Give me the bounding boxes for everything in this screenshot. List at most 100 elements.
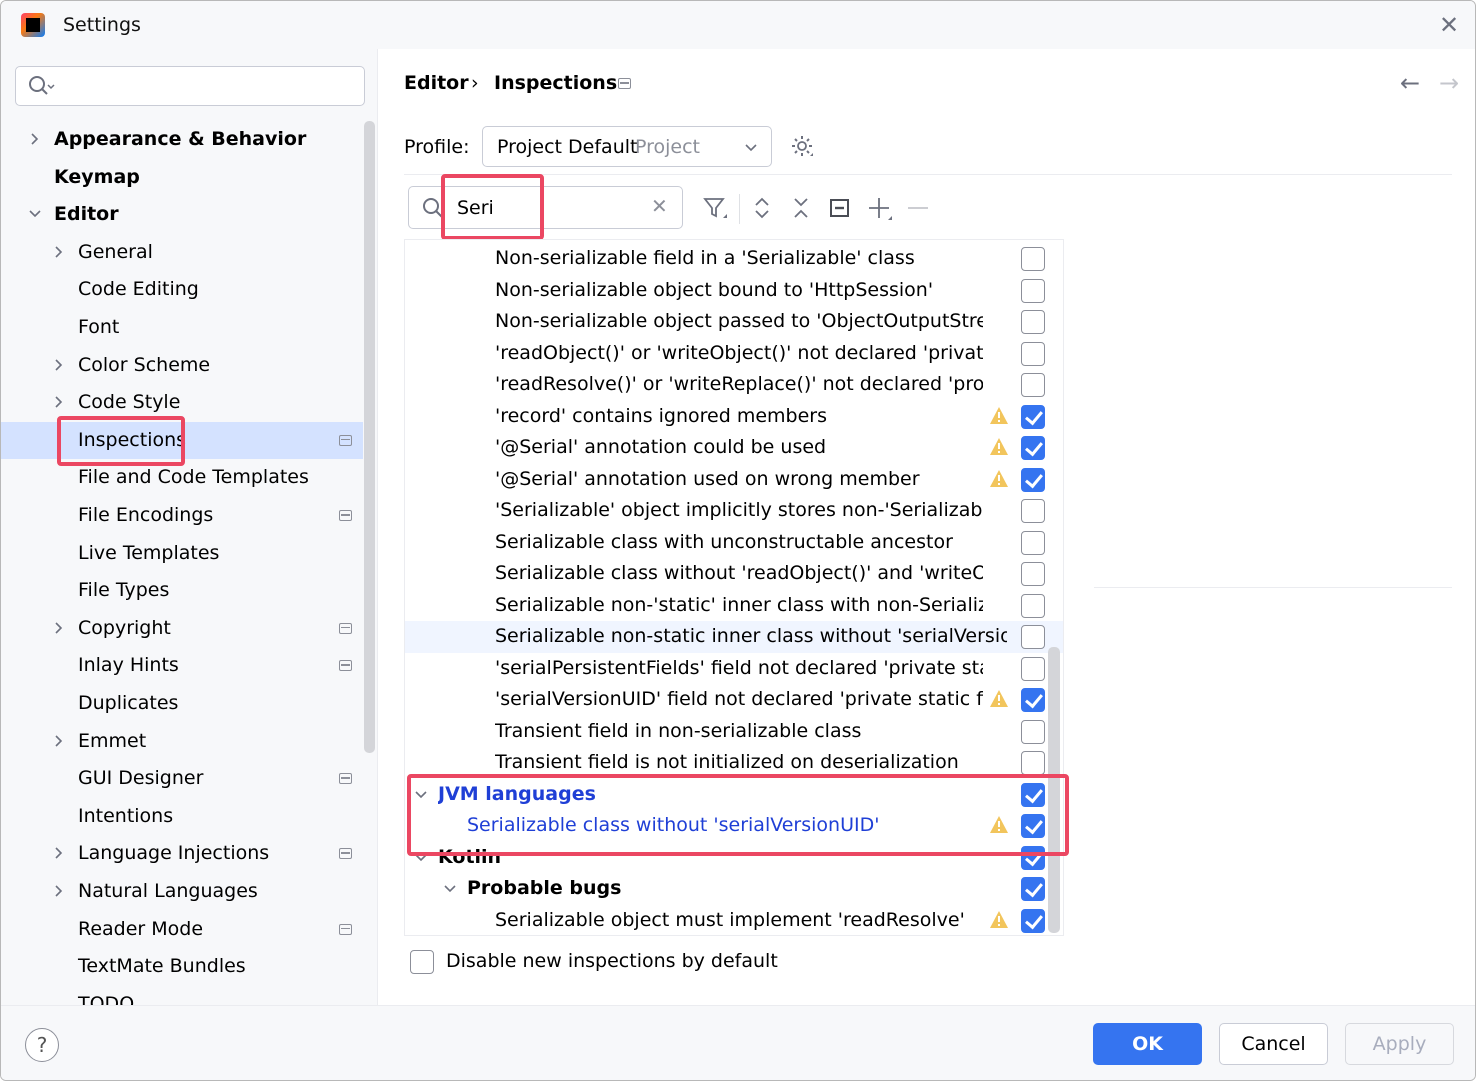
inspection-group-row[interactable]: Probable bugs [405, 873, 1063, 905]
inspection-row[interactable]: 'readObject()' or 'writeObject()' not de… [405, 338, 1063, 370]
chevron-right-icon[interactable] [28, 132, 42, 146]
inspection-row[interactable]: 'Serializable' object implicitly stores … [405, 495, 1063, 527]
filter-icon[interactable] [701, 194, 729, 222]
sidebar-item-file-types[interactable]: File Types [1, 572, 363, 609]
sidebar-item-duplicates[interactable]: Duplicates [1, 685, 363, 722]
apply-button[interactable]: Apply [1345, 1023, 1454, 1065]
sidebar-scrollbar[interactable] [364, 121, 375, 753]
inspection-enabled-checkbox[interactable] [1021, 404, 1045, 429]
settings-sidebar: Appearance & Behavior Keymap Editor General… [1, 49, 378, 1015]
chevron-right-icon[interactable] [52, 846, 66, 860]
inspection-label: Serializable class without 'readObject()… [495, 562, 983, 584]
inspection-row[interactable]: Serializable class with unconstructable … [405, 527, 1063, 559]
chevron-right-icon[interactable] [52, 395, 66, 409]
chevron-right-icon[interactable] [52, 621, 66, 635]
inspection-enabled-checkbox[interactable] [1021, 436, 1045, 460]
sidebar-item-general[interactable]: General [1, 234, 363, 271]
sidebar-item-code-editing[interactable]: Code Editing [1, 271, 363, 308]
inspection-enabled-checkbox[interactable] [1021, 467, 1045, 492]
help-button[interactable]: ? [25, 1028, 59, 1062]
inspection-row[interactable]: Serializable non-'static' inner class wi… [405, 590, 1063, 622]
inspection-row[interactable]: Non-serializable object bound to 'HttpSe… [405, 275, 1063, 307]
chevron-right-icon[interactable] [52, 884, 66, 898]
inspection-row[interactable]: 'record' contains ignored members [405, 401, 1063, 433]
inspection-enabled-checkbox[interactable] [1021, 247, 1045, 271]
inspection-enabled-checkbox[interactable] [1021, 877, 1045, 901]
chevron-right-icon[interactable] [52, 358, 66, 372]
sidebar-item-label: File Encodings [78, 504, 214, 526]
ok-button[interactable]: OK [1093, 1023, 1202, 1065]
inspection-enabled-checkbox[interactable] [1021, 562, 1045, 586]
sidebar-item-file-encodings[interactable]: File Encodings [1, 497, 363, 534]
inspection-row[interactable]: 'readResolve()' or 'writeReplace()' not … [405, 369, 1063, 401]
inspection-enabled-checkbox[interactable] [1021, 373, 1045, 397]
inspection-enabled-checkbox[interactable] [1021, 593, 1045, 618]
chevron-right-icon[interactable] [52, 734, 66, 748]
sidebar-item-appearance-behavior[interactable]: Appearance & Behavior [1, 121, 363, 158]
inspection-enabled-checkbox[interactable] [1021, 751, 1045, 775]
back-arrow-icon[interactable]: ← [1400, 69, 1420, 97]
inspection-label: Non-serializable object bound to 'HttpSe… [495, 278, 934, 301]
chevron-down-icon[interactable] [28, 207, 42, 221]
sidebar-item-textmate-bundles[interactable]: TextMate Bundles [1, 948, 363, 985]
project-scope-icon [618, 78, 631, 89]
remove-icon[interactable] [904, 194, 932, 222]
sidebar-item-emmet[interactable]: Emmet [1, 723, 363, 760]
inspection-enabled-checkbox[interactable] [1021, 530, 1045, 555]
inspection-row[interactable]: 'serialPersistentFields' field not decla… [405, 653, 1063, 685]
inspection-row[interactable]: Serializable non-static inner class with… [405, 621, 1063, 653]
inspection-row[interactable]: '@Serial' annotation used on wrong membe… [405, 464, 1063, 496]
sidebar-item-editor[interactable]: Editor [1, 196, 363, 233]
sidebar-item-language-injections[interactable]: Language Injections [1, 835, 363, 872]
sidebar-item-copyright[interactable]: Copyright [1, 610, 363, 647]
disable-new-inspections-label[interactable]: Disable new inspections by default [446, 950, 778, 972]
sidebar-item-keymap[interactable]: Keymap [1, 159, 363, 196]
inspection-row[interactable]: 'serialVersionUID' field not declared 'p… [405, 684, 1063, 716]
inspection-enabled-checkbox[interactable] [1021, 341, 1045, 366]
settings-search-input[interactable] [15, 66, 365, 106]
inspection-row[interactable]: Transient field in non-serializable clas… [405, 716, 1063, 748]
collapse-all-icon[interactable] [787, 194, 815, 222]
page-title: Inspections [494, 72, 618, 94]
highlight-box-inspections [57, 416, 185, 466]
sidebar-item-reader-mode[interactable]: Reader Mode [1, 911, 363, 948]
inspection-enabled-checkbox[interactable] [1021, 688, 1045, 712]
sidebar-item-inlay-hints[interactable]: Inlay Hints [1, 647, 363, 684]
inspection-enabled-checkbox[interactable] [1021, 656, 1045, 681]
forward-arrow-icon[interactable]: → [1439, 69, 1459, 97]
sidebar-item-live-templates[interactable]: Live Templates [1, 535, 363, 572]
inspection-enabled-checkbox[interactable] [1021, 310, 1045, 334]
chevron-down-icon[interactable] [443, 882, 457, 896]
inspection-row[interactable]: Non-serializable object passed to 'Objec… [405, 306, 1063, 338]
inspection-row[interactable]: Serializable object must implement 'read… [405, 905, 1063, 936]
inspection-enabled-checkbox[interactable] [1021, 499, 1045, 523]
inspection-row[interactable]: '@Serial' annotation could be used [405, 432, 1063, 464]
cancel-button[interactable]: Cancel [1219, 1023, 1328, 1065]
inspection-label: Serializable object must implement 'read… [495, 908, 965, 931]
reset-to-default-icon[interactable] [826, 194, 854, 222]
sidebar-item-label: Font [78, 316, 120, 338]
disable-new-inspections-checkbox[interactable] [410, 950, 434, 974]
chevron-right-icon[interactable] [52, 245, 66, 259]
inspection-enabled-checkbox[interactable] [1021, 908, 1045, 933]
profile-label: Profile: [404, 136, 470, 158]
inspection-label: 'record' contains ignored members [495, 404, 827, 427]
inspection-row[interactable]: Serializable class without 'readObject()… [405, 558, 1063, 590]
add-icon[interactable] [865, 194, 893, 222]
sidebar-item-intentions[interactable]: Intentions [1, 798, 363, 835]
gear-icon[interactable] [790, 134, 816, 160]
sidebar-item-color-scheme[interactable]: Color Scheme [1, 347, 363, 384]
inspection-enabled-checkbox[interactable] [1021, 278, 1045, 303]
inspection-enabled-checkbox[interactable] [1021, 719, 1045, 744]
clear-icon[interactable]: ✕ [651, 194, 668, 218]
profile-dropdown[interactable]: Project Default Project [482, 126, 772, 167]
expand-all-icon[interactable] [748, 194, 776, 222]
inspection-row[interactable]: Non-serializable field in a 'Serializabl… [405, 243, 1063, 275]
sidebar-item-natural-languages[interactable]: Natural Languages [1, 873, 363, 910]
highlight-box-jvm [407, 774, 1069, 856]
breadcrumb-parent[interactable]: Editor [404, 72, 469, 94]
inspection-enabled-checkbox[interactable] [1021, 625, 1045, 649]
close-icon[interactable]: ✕ [1439, 11, 1459, 39]
sidebar-item-gui-designer[interactable]: GUI Designer [1, 760, 363, 797]
sidebar-item-font[interactable]: Font [1, 309, 363, 346]
